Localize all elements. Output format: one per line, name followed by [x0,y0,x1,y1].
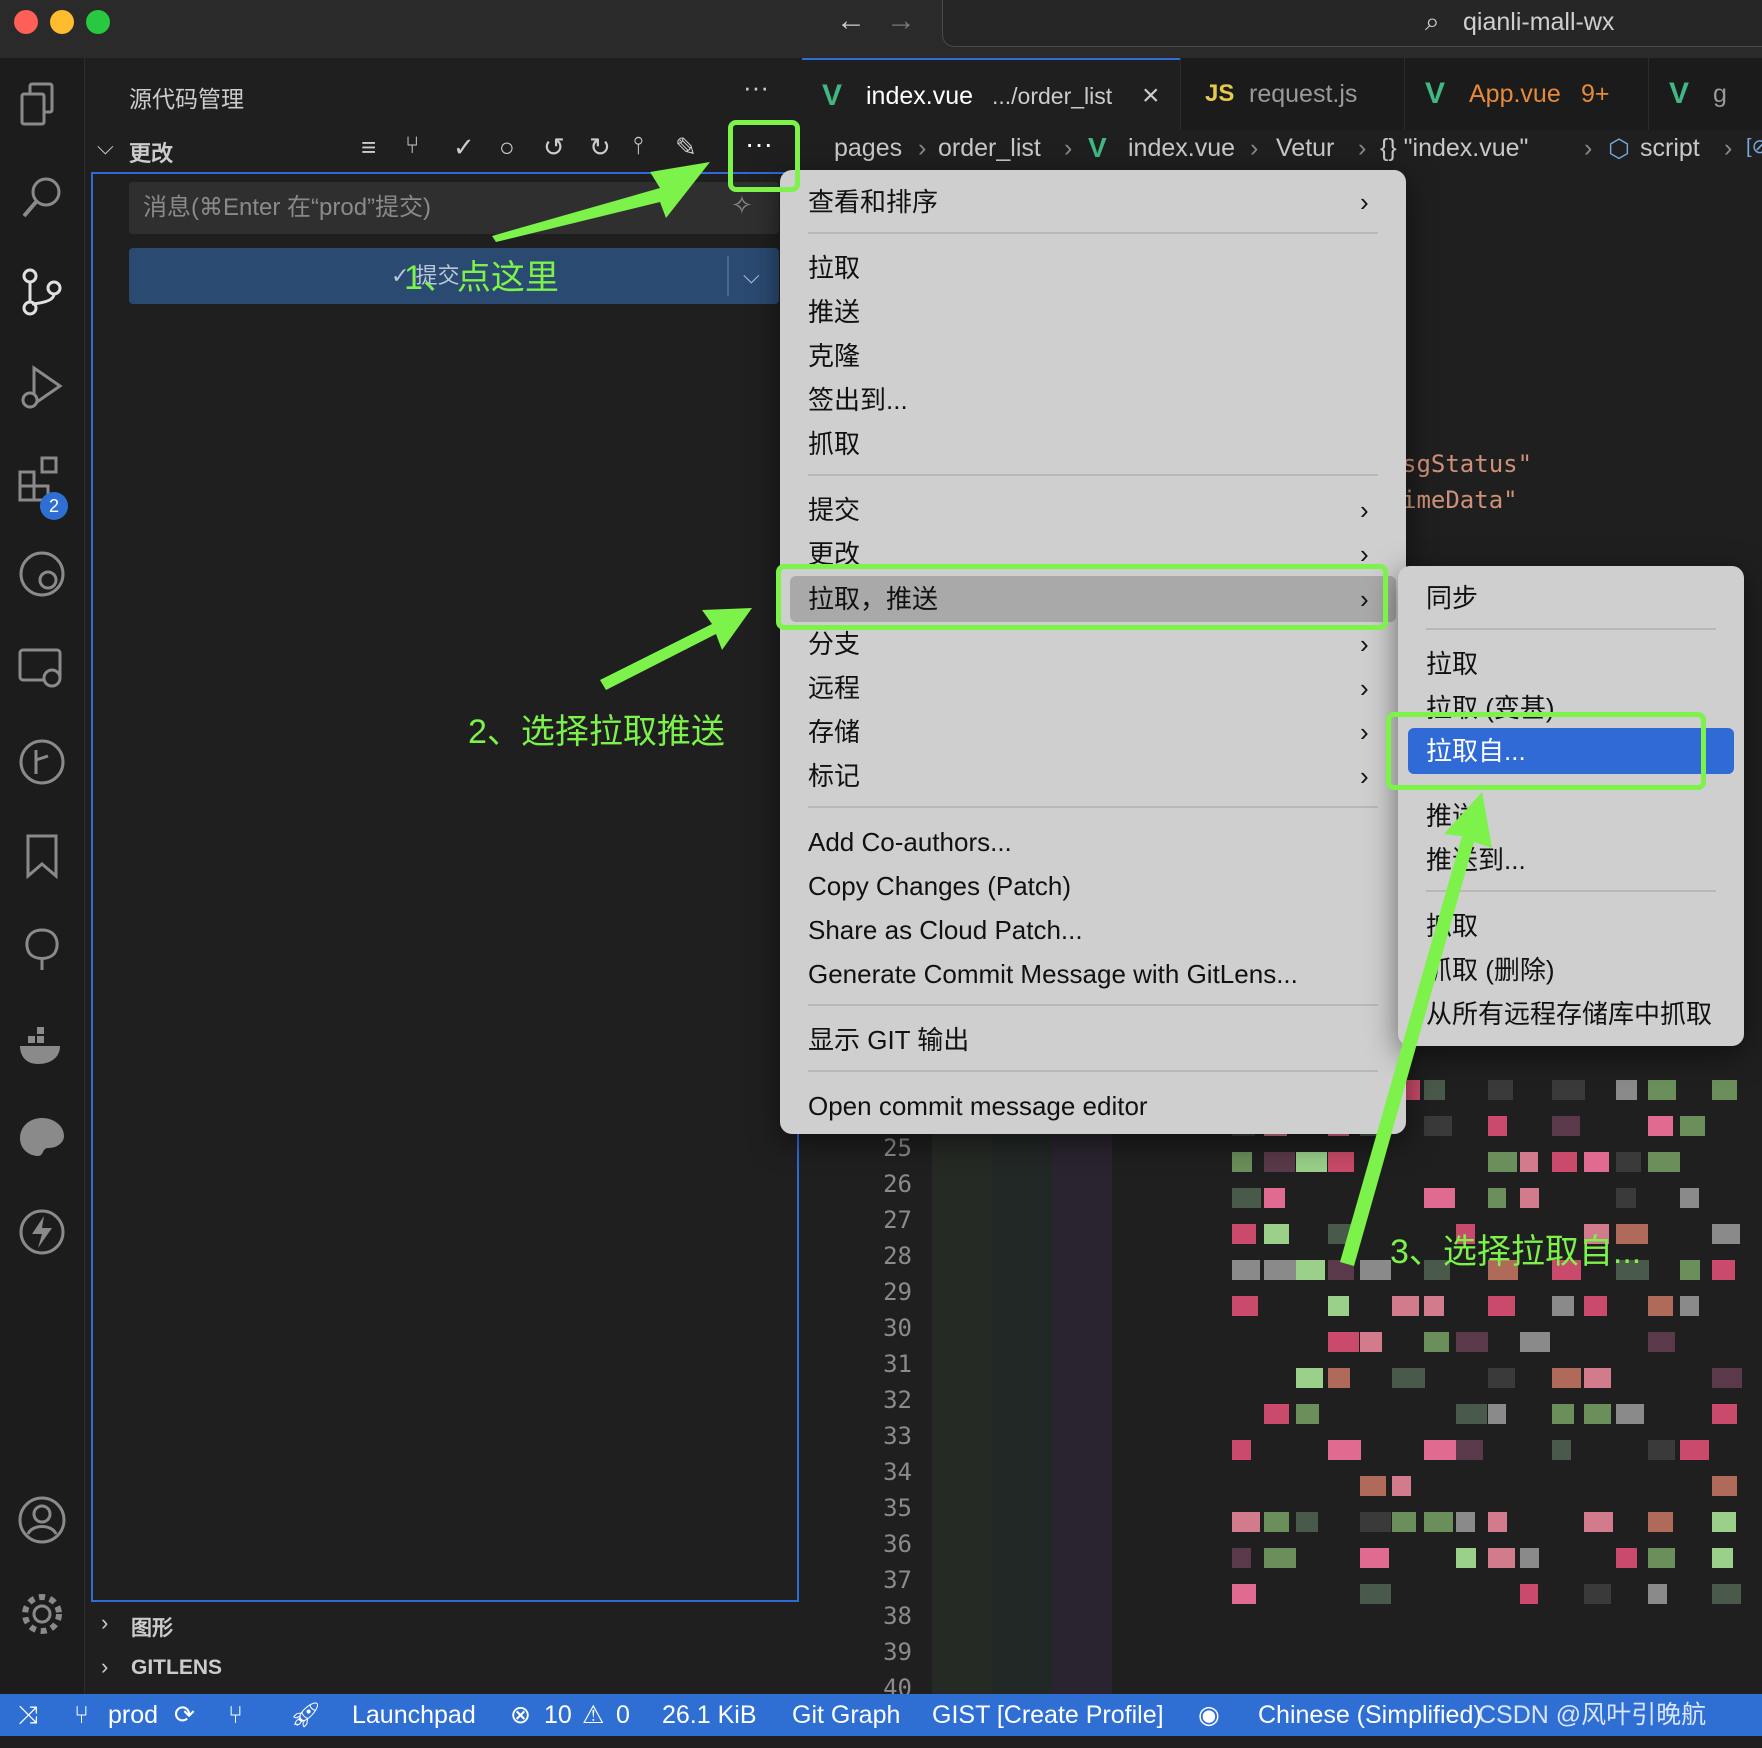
gist-button[interactable]: GIST [Create Profile] [932,1694,1164,1736]
sync-icon[interactable]: ⟳ [174,1694,195,1736]
warnings-count[interactable]: 0 [616,1694,630,1736]
errors-count[interactable]: 10 [544,1694,572,1736]
error-icon: ⊗ [510,1701,531,1729]
rocket-icon: 🚀︎ [290,1701,322,1729]
git-graph-button[interactable]: Git Graph [792,1694,900,1736]
warning-icon: ⚠ [582,1701,605,1729]
annotation-step-2: 2、选择拉取推送 [468,713,725,751]
graph-icon[interactable]: ⑂ [228,1694,243,1736]
eye-icon[interactable]: ◉ [1198,1694,1220,1736]
language-indicator[interactable]: Chinese (Simplified) [1258,1694,1482,1736]
annotation-arrow-3 [1340,792,1492,1266]
annotation-arrow-1 [492,162,710,242]
bottom-edge [0,1736,1762,1748]
remote-indicator-icon[interactable]: ⤨ [18,1694,38,1736]
launchpad-label[interactable]: Launchpad [352,1694,476,1736]
status-bar: ⤨ ⑂ prod ⟳ ⑂ 🚀︎ Launchpad ⊗ 10 ⚠ 0 26.1 … [0,1694,1762,1736]
branch-icon: ⑂ [74,1701,90,1729]
annotation-step-3: 3、选择拉取自... [1390,1233,1642,1271]
file-size: 26.1 KiB [662,1701,757,1729]
annotation-arrow-2 [600,608,752,690]
annotation-step-1: 1、点这里 [404,259,559,297]
annotation-arrows [492,162,1492,1266]
watermark: CSDN @风叶引晚航 [1478,1701,1707,1729]
branch-name[interactable]: prod [108,1694,158,1736]
